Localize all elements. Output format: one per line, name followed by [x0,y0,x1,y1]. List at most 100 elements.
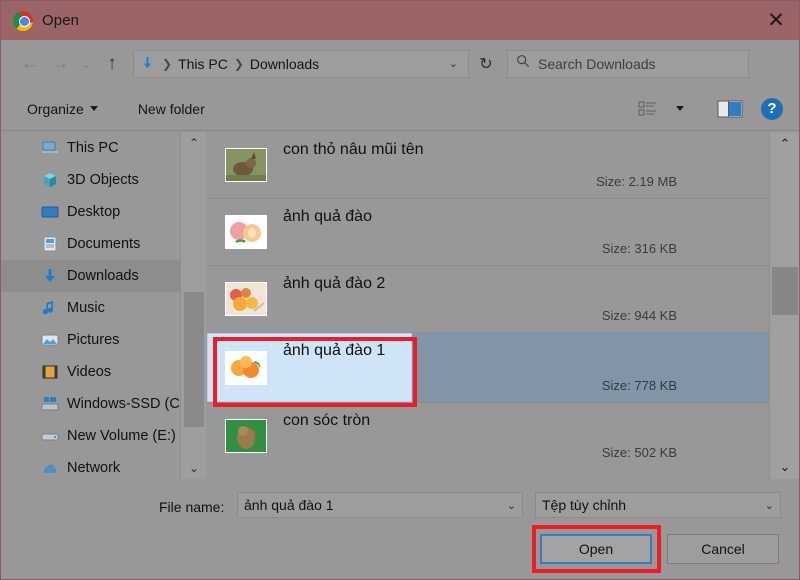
file-name-label: con thỏ nâu mũi tên [283,141,424,159]
sidebar-item-music[interactable]: Music [1,292,180,324]
sidebar-item-label: 3D Objects [67,172,139,188]
file-name-field-label: File name: [159,499,224,515]
search-icon [516,54,530,73]
videos-icon [41,363,59,381]
navigation-toolbar: ← → ⌄ ↑ ❯ This PC ❯ Downloads ⌄ ↻ [1,40,799,87]
download-arrow-icon [138,56,156,71]
chevron-down-icon[interactable]: ⌄ [765,499,774,512]
file-thumbnail [225,215,267,249]
table-row[interactable]: con sóc tròn Size: 502 KB [207,402,769,469]
title-bar: Open ✕ [1,1,799,40]
refresh-button[interactable]: ↻ [471,50,501,78]
breadcrumb-item-downloads[interactable]: Downloads [250,56,319,72]
file-thumbnail [225,282,267,316]
table-row-selected[interactable]: ảnh quả đào 1 Size: 778 KB [207,332,769,402]
back-button[interactable]: ← [15,49,45,79]
sidebar-item-documents[interactable]: Documents [1,228,180,260]
file-type-filter-select[interactable]: Tệp tùy chỉnh ⌄ [535,492,781,518]
file-size-label: Size: 944 KB [602,308,677,323]
sidebar-scrollbar[interactable]: ⌃ ⌄ [180,132,206,479]
sidebar-item-windows-ssd[interactable]: Windows-SSD (C [1,388,180,420]
forward-button[interactable]: → [45,49,75,79]
chevron-down-icon [90,106,98,111]
chevron-down-icon[interactable]: ⌄ [507,499,516,512]
open-button[interactable]: Open [540,534,652,564]
breadcrumb-item-this-pc[interactable]: This PC [178,56,228,72]
chevron-down-icon[interactable]: ⌄ [443,57,464,70]
desktop-icon [41,203,59,221]
sidebar-item-videos[interactable]: Videos [1,356,180,388]
file-name-label: ảnh quả đào 2 [283,275,385,293]
breadcrumb-separator: ❯ [156,57,178,71]
list-view-icon[interactable] [633,95,663,123]
network-icon [41,459,59,477]
file-size-label: Size: 502 KB [602,445,677,460]
sidebar-item-this-pc[interactable]: This PC [1,132,180,164]
new-folder-button[interactable]: New folder [130,97,213,121]
chrome-logo-icon [13,11,33,31]
window-title: Open [42,12,79,29]
file-name-input[interactable]: ảnh quả đào 1 ⌄ [237,492,523,518]
navigation-pane: This PC 3D Objects Desktop Documents Dow… [1,132,180,479]
cancel-button[interactable]: Cancel [667,534,779,564]
cube-icon [41,171,59,189]
command-bar: Organize New folder [1,87,799,131]
table-row[interactable]: con thỏ nâu mũi tên Size: 2.19 MB [207,132,769,198]
file-size-label: Size: 316 KB [602,241,677,256]
close-icon[interactable]: ✕ [753,1,799,40]
sidebar-item-3d-objects[interactable]: 3D Objects [1,164,180,196]
pictures-icon [41,331,59,349]
download-arrow-icon [41,267,59,285]
breadcrumb-separator: ❯ [228,57,250,71]
preview-pane-icon[interactable] [715,95,745,123]
recent-locations-button[interactable]: ⌄ [75,49,97,79]
organize-label: Organize [27,101,84,117]
address-bar[interactable]: ❯ This PC ❯ Downloads ⌄ [133,50,469,78]
search-box[interactable]: Search Downloads [507,50,749,78]
file-size-label: Size: 778 KB [602,378,677,393]
sidebar-item-new-volume[interactable]: New Volume (E:) [1,420,180,452]
scroll-up-icon[interactable]: ⌃ [181,132,207,154]
sidebar-item-desktop[interactable]: Desktop [1,196,180,228]
sidebar-item-pictures[interactable]: Pictures [1,324,180,356]
file-name-label: ảnh quả đào [283,208,372,226]
music-note-icon [41,299,59,317]
file-name-label: con sóc tròn [283,412,370,430]
file-size-label: Size: 2.19 MB [596,174,677,189]
command-bar-right-group: ? [633,95,799,123]
drive-windows-icon [41,395,59,413]
sidebar-item-label: Windows-SSD (C [67,396,180,412]
organize-button[interactable]: Organize [19,97,106,121]
search-input[interactable]: Search Downloads [538,56,656,72]
documents-icon [41,235,59,253]
sidebar-item-label: Pictures [67,332,119,348]
open-file-dialog: Open ✕ ← → ⌄ ↑ ❯ This PC ❯ Downloads ⌄ ↻ [0,0,800,580]
sidebar-item-label: Music [67,300,105,316]
up-button[interactable]: ↑ [97,49,127,79]
scroll-down-icon[interactable]: ⌄ [770,455,800,479]
view-options-caret-icon[interactable] [665,95,695,123]
sidebar-scrollbar-thumb[interactable] [184,292,204,427]
file-thumbnail [225,148,267,182]
sidebar-item-label: New Volume (E:) [67,428,176,444]
sidebar-item-label: Desktop [67,204,120,220]
scroll-up-icon[interactable]: ⌃ [770,132,800,156]
sidebar-item-label: Videos [67,364,111,380]
sidebar-item-label: Downloads [67,268,139,284]
sidebar-item-downloads[interactable]: Downloads [1,260,180,292]
scroll-down-icon[interactable]: ⌄ [181,457,207,479]
table-row[interactable]: ảnh quả đào 2 Size: 944 KB [207,265,769,332]
table-row[interactable]: ảnh quả đào Size: 316 KB [207,198,769,265]
file-list-scrollbar[interactable]: ⌃ ⌄ [769,132,799,479]
sidebar-item-label: Documents [67,236,140,252]
computer-icon [41,139,59,157]
sidebar-item-label: Network [67,460,120,476]
sidebar-item-network[interactable]: Network [1,452,180,479]
file-name-label: ảnh quả đào 1 [283,342,385,360]
drive-icon [41,427,59,445]
file-list: con thỏ nâu mũi tên Size: 2.19 MB ảnh qu… [207,132,769,479]
help-icon[interactable]: ? [761,98,783,120]
file-type-filter-value: Tệp tùy chỉnh [542,497,626,513]
file-thumbnail [225,419,267,453]
file-list-scrollbar-thumb[interactable] [772,267,798,315]
